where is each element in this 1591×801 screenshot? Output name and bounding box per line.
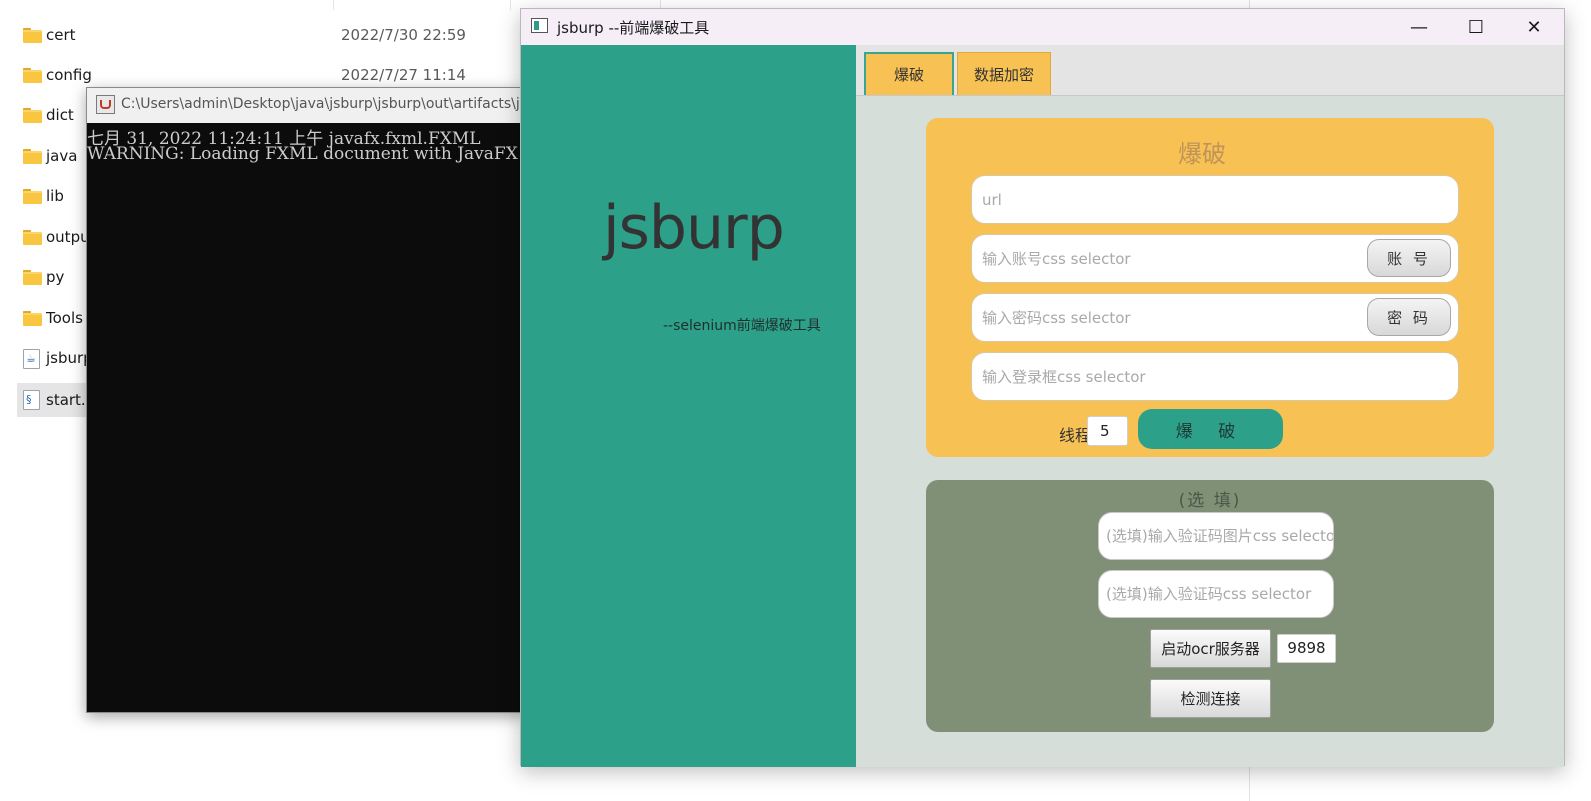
jsburp-window[interactable]: jsburp --前端爆破工具 — ☐ ✕ jsburp --selenium前… <box>520 8 1565 767</box>
captcha-image-selector-field[interactable] <box>1098 512 1334 560</box>
thread-count-input[interactable]: 5 <box>1087 416 1128 446</box>
username-selector-field[interactable]: 账 号 <box>971 234 1459 283</box>
close-button[interactable]: ✕ <box>1506 9 1562 45</box>
console-line: WARNING: Loading FXML document with Java… <box>87 144 527 164</box>
file-date: 2022/7/30 22:59 <box>341 26 466 44</box>
console-titlebar[interactable]: C:\Users\admin\Desktop\java\jsburp\jsbur… <box>87 88 527 123</box>
folder-icon <box>23 189 42 204</box>
maximize-icon: ☐ <box>1467 16 1485 38</box>
close-icon: ✕ <box>1526 16 1542 38</box>
file-name: dict <box>46 106 74 124</box>
java-cup-icon <box>96 95 115 114</box>
folder-icon <box>23 28 42 43</box>
file-name: py <box>46 268 65 286</box>
crack-title: 爆破 <box>1178 140 1226 168</box>
captcha-image-selector-input[interactable] <box>1099 513 1333 559</box>
captcha-selector-field[interactable] <box>1098 570 1334 618</box>
app-titlebar[interactable]: jsburp --前端爆破工具 — ☐ ✕ <box>521 9 1564 45</box>
captcha-selector-input[interactable] <box>1099 571 1333 617</box>
minimize-icon: — <box>1410 16 1428 38</box>
file-name: Tools <box>46 309 83 327</box>
optional-card: (选 填) 启动ocr服务器 9898 检测连接 <box>926 480 1494 732</box>
url-input[interactable] <box>972 176 1458 223</box>
maximize-button[interactable]: ☐ <box>1448 9 1504 45</box>
file-name: java <box>46 147 78 165</box>
folder-icon <box>23 108 42 123</box>
tab-crack[interactable]: 爆破 <box>864 52 954 95</box>
username-pick-button[interactable]: 账 号 <box>1367 239 1451 277</box>
crack-card: 爆破 账 号 密 码 线程 5 爆 破 <box>926 118 1494 457</box>
folder-icon <box>23 230 42 245</box>
tab-bar: 爆破 数据加密 <box>856 45 1564 96</box>
file-name: config <box>46 66 92 84</box>
console-window[interactable]: C:\Users\admin\Desktop\java\jsburp\jsbur… <box>86 87 527 713</box>
brand-subtitle: --selenium前端爆破工具 <box>663 318 821 334</box>
brand-panel: jsburp --selenium前端爆破工具 <box>521 45 856 767</box>
file-date: 2022/7/27 11:14 <box>341 66 466 84</box>
url-field[interactable] <box>971 175 1459 224</box>
column-header-name[interactable] <box>0 0 334 10</box>
tab-encrypt[interactable]: 数据加密 <box>957 52 1051 95</box>
console-title: C:\Users\admin\Desktop\java\jsburp\jsbur… <box>121 96 521 112</box>
start-ocr-button[interactable]: 启动ocr服务器 <box>1150 629 1271 668</box>
login-selector-field[interactable] <box>971 352 1459 401</box>
password-pick-button[interactable]: 密 码 <box>1367 298 1451 336</box>
folder-icon <box>23 68 42 83</box>
app-window-icon <box>531 18 548 33</box>
brand-title: jsburp <box>603 193 785 263</box>
password-selector-field[interactable]: 密 码 <box>971 293 1459 342</box>
app-title: jsburp --前端爆破工具 <box>557 19 710 37</box>
file-name: cert <box>46 26 76 44</box>
login-selector-input[interactable] <box>972 353 1458 400</box>
script-file-icon: § <box>23 390 40 410</box>
file-name: lib <box>46 187 64 205</box>
main-panel: 爆破 数据加密 爆破 账 号 密 码 线程 5 爆 破 (选 填 <box>856 45 1564 767</box>
ocr-port-input[interactable]: 9898 <box>1277 634 1336 663</box>
column-header-date[interactable] <box>334 0 511 10</box>
optional-title: (选 填) <box>1178 491 1242 511</box>
minimize-button[interactable]: — <box>1391 9 1447 45</box>
folder-icon <box>23 311 42 326</box>
file-name: outpu <box>46 228 90 246</box>
check-connection-button[interactable]: 检测连接 <box>1150 679 1271 718</box>
crack-button[interactable]: 爆 破 <box>1138 409 1283 449</box>
file-row[interactable]: cert 2022/7/30 22:59 <box>17 17 537 55</box>
jar-file-icon: ☕ <box>23 349 40 369</box>
folder-icon <box>23 149 42 164</box>
folder-icon <box>23 270 42 285</box>
file-row-selected[interactable]: § start.v <box>17 383 95 417</box>
